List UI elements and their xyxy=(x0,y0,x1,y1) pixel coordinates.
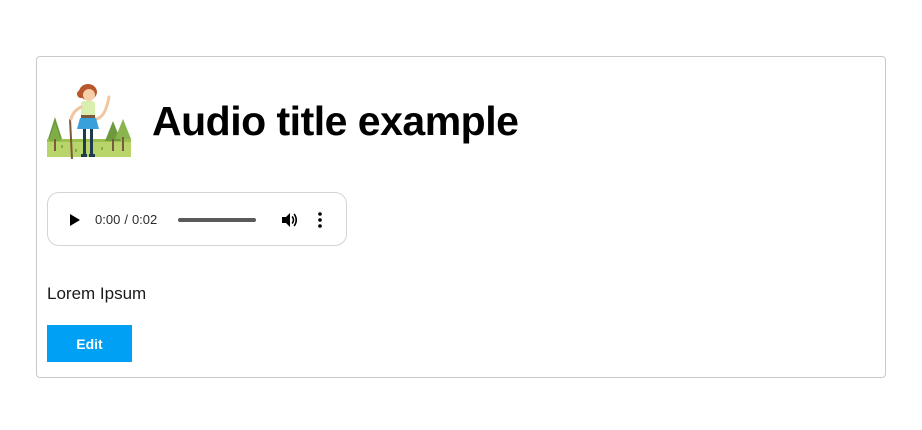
page-title: Audio title example xyxy=(152,97,519,144)
time-separator: / xyxy=(124,212,128,227)
more-vertical-icon[interactable] xyxy=(316,211,324,229)
audio-player[interactable]: 0:00/0:02 xyxy=(47,192,347,246)
play-icon[interactable] xyxy=(68,212,82,228)
card-header: Audio title example xyxy=(47,79,519,163)
time-display: 0:00/0:02 xyxy=(95,212,157,227)
volume-icon[interactable] xyxy=(280,211,298,229)
hiker-illustration-icon xyxy=(47,79,131,163)
description-text: Lorem Ipsum xyxy=(47,284,147,303)
audio-card: Audio title example 0:00/0:02 Lorem Ipsu… xyxy=(36,56,886,378)
seek-track xyxy=(178,218,256,222)
current-time: 0:00 xyxy=(95,212,121,227)
duration: 0:02 xyxy=(131,212,158,227)
edit-button[interactable]: Edit xyxy=(47,325,132,362)
seek-slider[interactable] xyxy=(178,215,256,225)
